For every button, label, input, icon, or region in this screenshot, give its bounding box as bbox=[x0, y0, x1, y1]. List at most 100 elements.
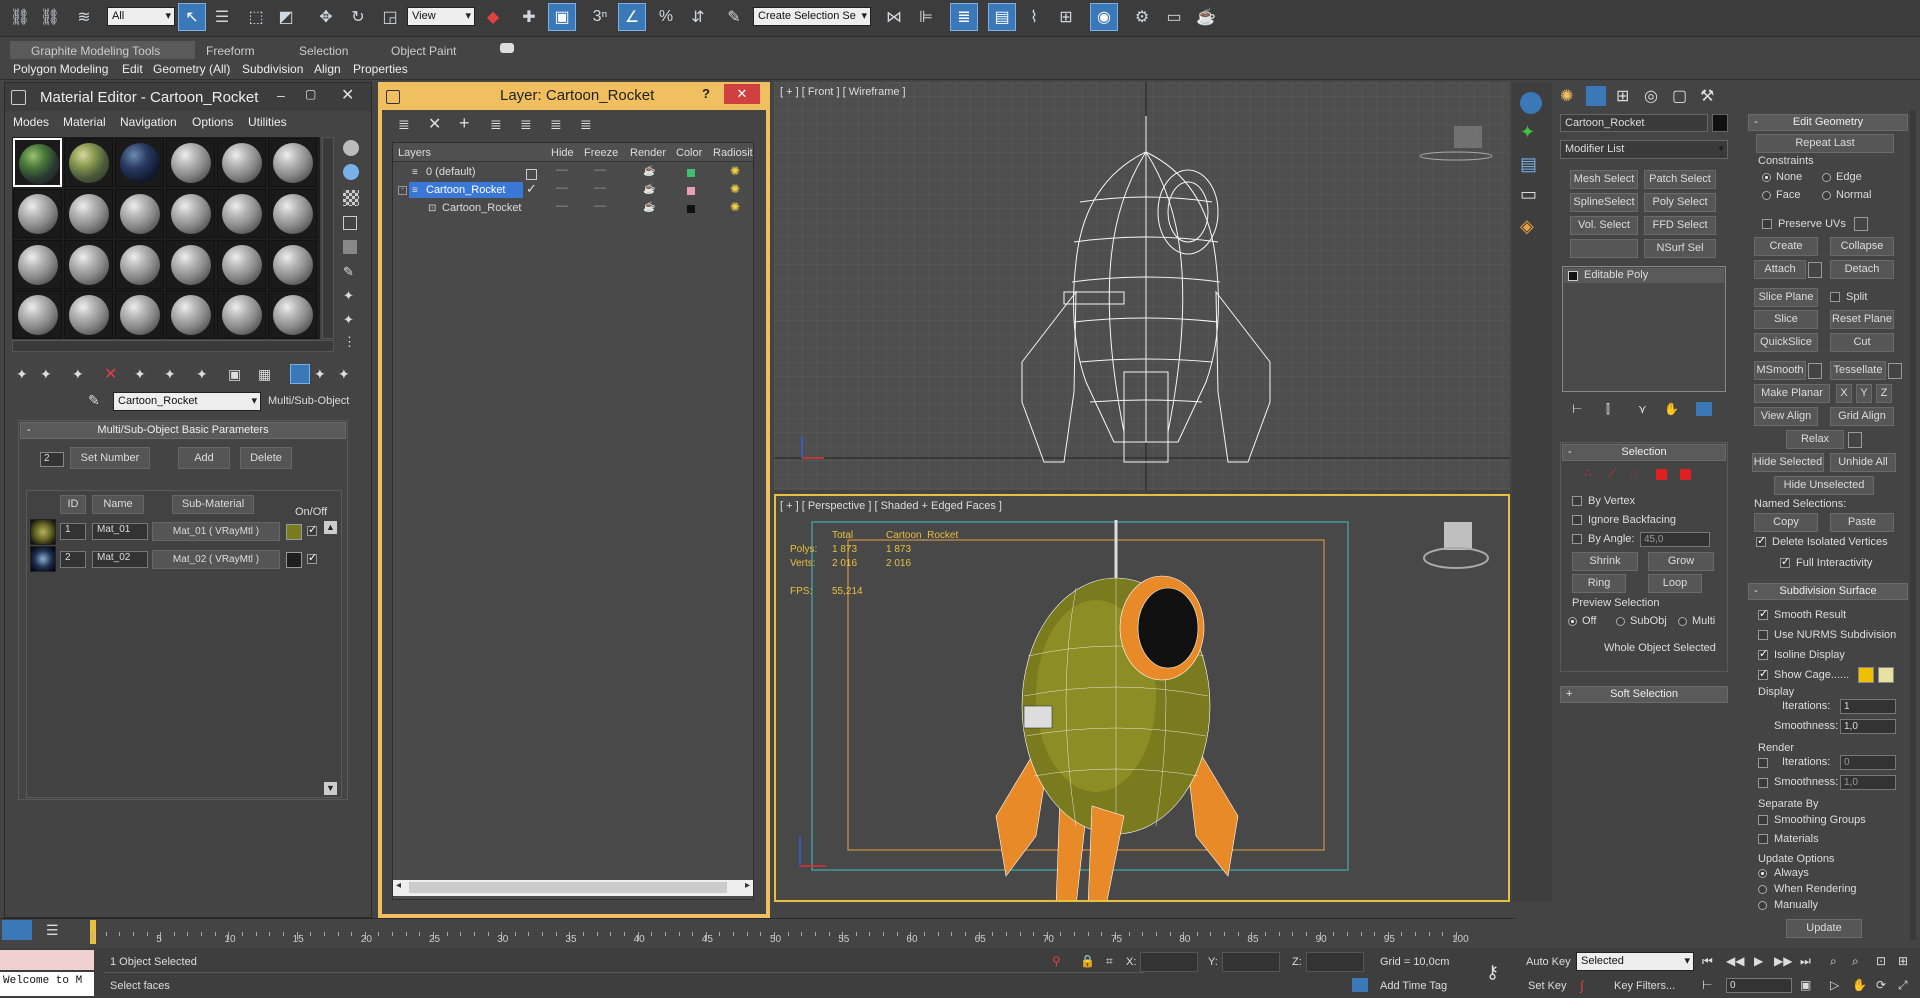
make-preview-icon[interactable]: ✎ bbox=[343, 264, 354, 280]
soft-selection-rollout-header[interactable]: + Soft Selection bbox=[1560, 686, 1728, 703]
reset-map-icon[interactable]: ✕ bbox=[104, 364, 117, 384]
assign-to-selection-icon[interactable]: ✦ bbox=[72, 366, 84, 383]
angle-snap-icon[interactable]: ∠ bbox=[618, 3, 646, 31]
sample-type-icon[interactable] bbox=[343, 140, 359, 156]
edge-mode-icon[interactable]: ⟋ bbox=[1608, 466, 1616, 481]
tessellate-settings-icon[interactable] bbox=[1888, 363, 1902, 379]
cut-button[interactable]: Cut bbox=[1830, 333, 1894, 352]
slots-vscroll[interactable] bbox=[322, 137, 334, 339]
hide-all-icon[interactable]: ≣ bbox=[550, 116, 562, 133]
material-name-field[interactable]: Cartoon_Rocket bbox=[113, 392, 261, 411]
freeze-dash[interactable]: –– bbox=[594, 182, 606, 194]
make-unique-icon[interactable]: ✦ bbox=[134, 366, 146, 383]
delete-button[interactable]: Delete bbox=[240, 447, 292, 469]
attach-button[interactable]: Attach bbox=[1754, 260, 1806, 279]
snap-toggle-icon[interactable]: 3ⁿ bbox=[586, 3, 614, 31]
list-scroll-up[interactable]: ▲ bbox=[324, 521, 337, 534]
edit-geometry-header[interactable]: - Edit Geometry bbox=[1748, 114, 1908, 131]
window-crossing-icon[interactable]: ◩ bbox=[272, 3, 300, 31]
sample-slot[interactable] bbox=[13, 290, 62, 339]
col-radiosity[interactable]: Radiosit bbox=[713, 147, 753, 159]
sample-slot[interactable] bbox=[217, 290, 266, 339]
hide-dash[interactable]: –– bbox=[556, 182, 568, 194]
reset-plane-button[interactable]: Reset Plane bbox=[1830, 310, 1894, 329]
use-nurms-checkbox[interactable] bbox=[1758, 630, 1768, 640]
attach-list-icon[interactable] bbox=[1808, 262, 1822, 278]
sample-slot[interactable] bbox=[115, 138, 164, 187]
remove-modifier-icon[interactable]: ✋ bbox=[1664, 402, 1679, 416]
layer-color-swatch[interactable] bbox=[687, 187, 695, 195]
slice-plane-button[interactable]: Slice Plane bbox=[1754, 288, 1818, 307]
rect-region-icon[interactable]: ⬚ bbox=[242, 3, 270, 31]
nsurf-sel-button[interactable]: NSurf Sel bbox=[1644, 239, 1716, 258]
bind-spacewarp-icon[interactable]: ≋ bbox=[70, 3, 98, 31]
spinner-snap-icon[interactable]: ⇵ bbox=[684, 3, 712, 31]
loop-button[interactable]: Loop bbox=[1648, 574, 1702, 593]
set-key-button[interactable]: Set Key bbox=[1528, 980, 1567, 992]
freeze-all-icon[interactable]: ≣ bbox=[580, 116, 592, 133]
border-mode-icon[interactable]: ◌ bbox=[1630, 466, 1637, 480]
motion-tab-icon[interactable]: ◎ bbox=[1644, 86, 1658, 106]
sample-slot[interactable] bbox=[64, 189, 113, 238]
next-frame-icon[interactable]: ▶▶ bbox=[1774, 954, 1792, 968]
grid-align-button[interactable]: Grid Align bbox=[1830, 407, 1894, 426]
pick-material-icon[interactable]: ✎ bbox=[88, 392, 100, 409]
relax-settings-icon[interactable] bbox=[1848, 432, 1862, 448]
move-icon[interactable]: ✥ bbox=[312, 3, 340, 31]
ribbon-tab-freeform[interactable]: Freeform bbox=[206, 42, 255, 60]
select-by-material-icon[interactable]: ✦ bbox=[343, 312, 354, 328]
key-mode-dropdown[interactable]: Selected bbox=[1576, 952, 1694, 971]
front-viewport-label[interactable]: [ + ] [ Front ] [ Wireframe ] bbox=[780, 86, 906, 98]
front-viewport[interactable]: [ + ] [ Front ] [ Wireframe ] bbox=[774, 82, 1510, 490]
preview-subobj-radio[interactable] bbox=[1616, 617, 1625, 626]
name-field[interactable]: Mat_01 bbox=[92, 523, 148, 540]
angle-spinner[interactable]: 45,0 bbox=[1640, 532, 1710, 547]
layer-color-swatch[interactable] bbox=[687, 205, 695, 213]
configure-modifier-sets-icon[interactable] bbox=[1696, 402, 1712, 416]
preview-multi-radio[interactable] bbox=[1678, 617, 1687, 626]
background-icon[interactable] bbox=[343, 190, 359, 206]
utilities-tab-icon[interactable]: ⚒ bbox=[1700, 86, 1714, 106]
uv-tiling-icon[interactable] bbox=[343, 216, 357, 230]
help-button[interactable]: ? bbox=[702, 86, 710, 101]
full-interactivity-checkbox[interactable] bbox=[1780, 555, 1790, 568]
y-coord-field[interactable] bbox=[1222, 952, 1280, 972]
planar-x-button[interactable]: X bbox=[1836, 384, 1852, 403]
display-smoothness-spinner[interactable]: 1,0 bbox=[1840, 719, 1896, 734]
tessellate-button[interactable]: Tessellate bbox=[1830, 361, 1886, 380]
zoom-all-icon[interactable]: ⌕ bbox=[1852, 954, 1859, 969]
quickslice-button[interactable]: QuickSlice bbox=[1754, 333, 1818, 352]
radiosity-icon[interactable]: ✺ bbox=[730, 200, 740, 214]
set-number-button[interactable]: Set Number bbox=[70, 447, 150, 469]
current-layer-box[interactable] bbox=[526, 169, 537, 180]
vray-camera-icon[interactable]: ▤ bbox=[1520, 154, 1537, 175]
select-object-icon[interactable]: ↖ bbox=[178, 3, 206, 31]
current-layer-check[interactable]: ✓ bbox=[526, 181, 537, 197]
preserve-uvs-checkbox[interactable] bbox=[1762, 219, 1772, 229]
materials-checkbox[interactable] bbox=[1758, 834, 1768, 844]
scale-icon[interactable]: ◲ bbox=[376, 3, 404, 31]
render-teapot-icon[interactable]: ☕ bbox=[643, 202, 655, 213]
repeat-last-button[interactable]: Repeat Last bbox=[1756, 134, 1894, 153]
sample-slot[interactable] bbox=[268, 189, 317, 238]
relax-button[interactable]: Relax bbox=[1786, 430, 1844, 449]
on-off-checkbox[interactable] bbox=[307, 551, 317, 564]
constraint-none-radio[interactable] bbox=[1762, 173, 1771, 182]
selection-filter-dropdown[interactable]: All bbox=[107, 7, 175, 26]
link-icon[interactable]: ⛓ bbox=[6, 3, 34, 31]
ribbon-tab-graphite[interactable]: Graphite Modeling Tools bbox=[31, 42, 160, 60]
sample-slot[interactable] bbox=[166, 240, 215, 289]
always-radio[interactable] bbox=[1758, 869, 1767, 878]
hide-selected-button[interactable]: Hide Selected bbox=[1752, 453, 1824, 472]
backlight-icon[interactable] bbox=[343, 164, 359, 180]
paste-button[interactable]: Paste bbox=[1830, 513, 1894, 532]
fov-icon[interactable]: ▷ bbox=[1830, 978, 1839, 992]
mesh-select-button[interactable]: Mesh Select bbox=[1570, 170, 1638, 189]
menu-utilities[interactable]: Utilities bbox=[248, 115, 287, 129]
vray-sun-icon[interactable]: ◈ bbox=[1520, 216, 1534, 237]
maxscript-mini-top[interactable] bbox=[0, 950, 94, 970]
constraint-normal-radio[interactable] bbox=[1822, 191, 1831, 200]
sample-slot[interactable] bbox=[64, 138, 113, 187]
copy-button[interactable]: Copy bbox=[1754, 513, 1818, 532]
add-to-layer-icon[interactable]: + bbox=[459, 113, 470, 134]
